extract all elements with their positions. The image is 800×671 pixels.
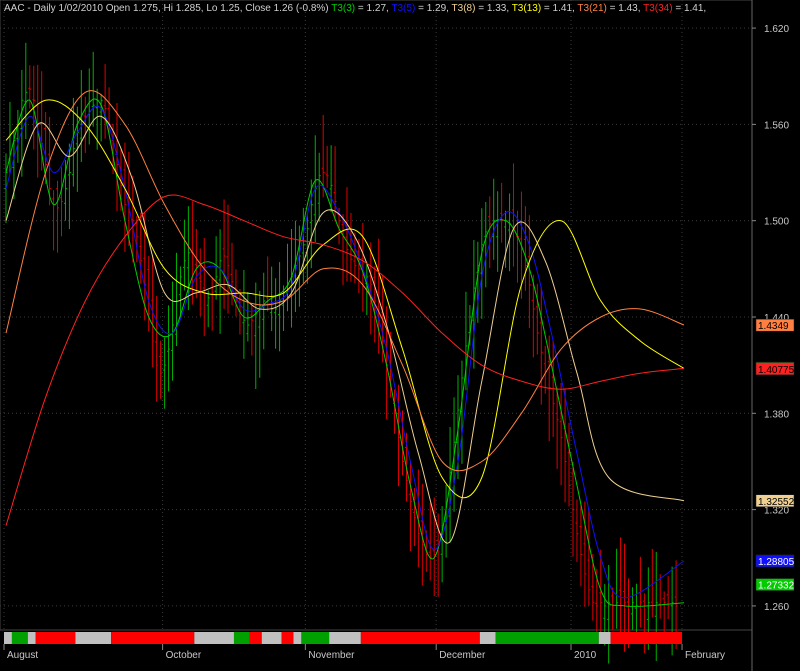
price-label-text: 1.27332 — [758, 581, 795, 592]
ribbon-segment — [281, 632, 294, 644]
title-series-label: T3(8) — [452, 3, 476, 14]
title-series-value: = 1.27, — [355, 3, 391, 14]
title-series-label: T3(21) — [577, 3, 606, 14]
x-tick-label: December — [439, 650, 486, 661]
price-label-text: 1.4349 — [758, 321, 789, 332]
title-series-value: = 1.41, — [541, 3, 577, 14]
ribbon-segment — [111, 632, 195, 644]
ribbon-segment — [293, 632, 302, 644]
ribbon-segment — [233, 632, 250, 644]
ribbon-segment — [360, 632, 480, 644]
ribbon-segment — [301, 632, 330, 644]
x-tick-label: February — [685, 650, 725, 661]
price-label-text: 1.40775 — [758, 365, 795, 376]
chart-title: AAC - Daily 1/02/2010 Open 1.275, Hi 1.2… — [4, 3, 706, 14]
y-tick-label: 1.260 — [764, 602, 789, 613]
ribbon-segment — [27, 632, 36, 644]
ribbon-segment — [479, 632, 496, 644]
ribbon-segment — [249, 632, 262, 644]
chart-window: 1.620 1.560 1.500 1.440 1.380 1.320 1.260 Augus… — [0, 0, 800, 671]
title-series-value: = 1.29, — [415, 3, 451, 14]
title-series-label: T3(13) — [512, 3, 541, 14]
y-tick-label: 1.620 — [764, 24, 789, 35]
ribbon-segment — [194, 632, 234, 644]
title-series-label: T3(34) — [643, 3, 672, 14]
title-series-label: T3(5) — [391, 3, 415, 14]
ribbon-segment — [598, 632, 611, 644]
x-tick-label: August — [7, 650, 38, 661]
title-series-label: T3(3) — [331, 3, 355, 14]
title-series-value: = 1.41, — [673, 3, 707, 14]
ribbon-segment — [11, 632, 28, 644]
x-tick-label: 2010 — [574, 650, 597, 661]
y-tick-label: 1.380 — [764, 409, 789, 420]
title-series-value: = 1.43, — [607, 3, 643, 14]
t3-line-t35 — [5, 105, 685, 599]
chart-title-prefix: AAC - Daily 1/02/2010 Open 1.275, Hi 1.2… — [4, 3, 331, 14]
x-tick-label: November — [308, 650, 355, 661]
y-tick-label: 1.500 — [764, 217, 789, 228]
y-tick-label: 1.560 — [764, 120, 789, 131]
t3-line-t313 — [5, 99, 685, 499]
price-label-text: 1.28805 — [758, 557, 795, 568]
ribbon-segment — [4, 632, 12, 644]
ribbon-segment — [329, 632, 361, 644]
x-tick-label: October — [166, 650, 202, 661]
ribbon-segment — [75, 632, 112, 644]
ribbon-segment — [35, 632, 76, 644]
price-label-text: 1.32552 — [758, 497, 795, 508]
price-chart: 1.6201.5601.5001.4401.3801.3201.260Augus… — [0, 0, 795, 671]
ribbon-segment — [495, 632, 599, 644]
plot-frame — [0, 0, 753, 631]
ribbon-segment — [261, 632, 282, 644]
t3-line-t33 — [5, 98, 685, 607]
ribbon-segment — [610, 632, 683, 644]
t3-line-t321 — [5, 90, 685, 472]
title-series-value: = 1.33, — [475, 3, 511, 14]
